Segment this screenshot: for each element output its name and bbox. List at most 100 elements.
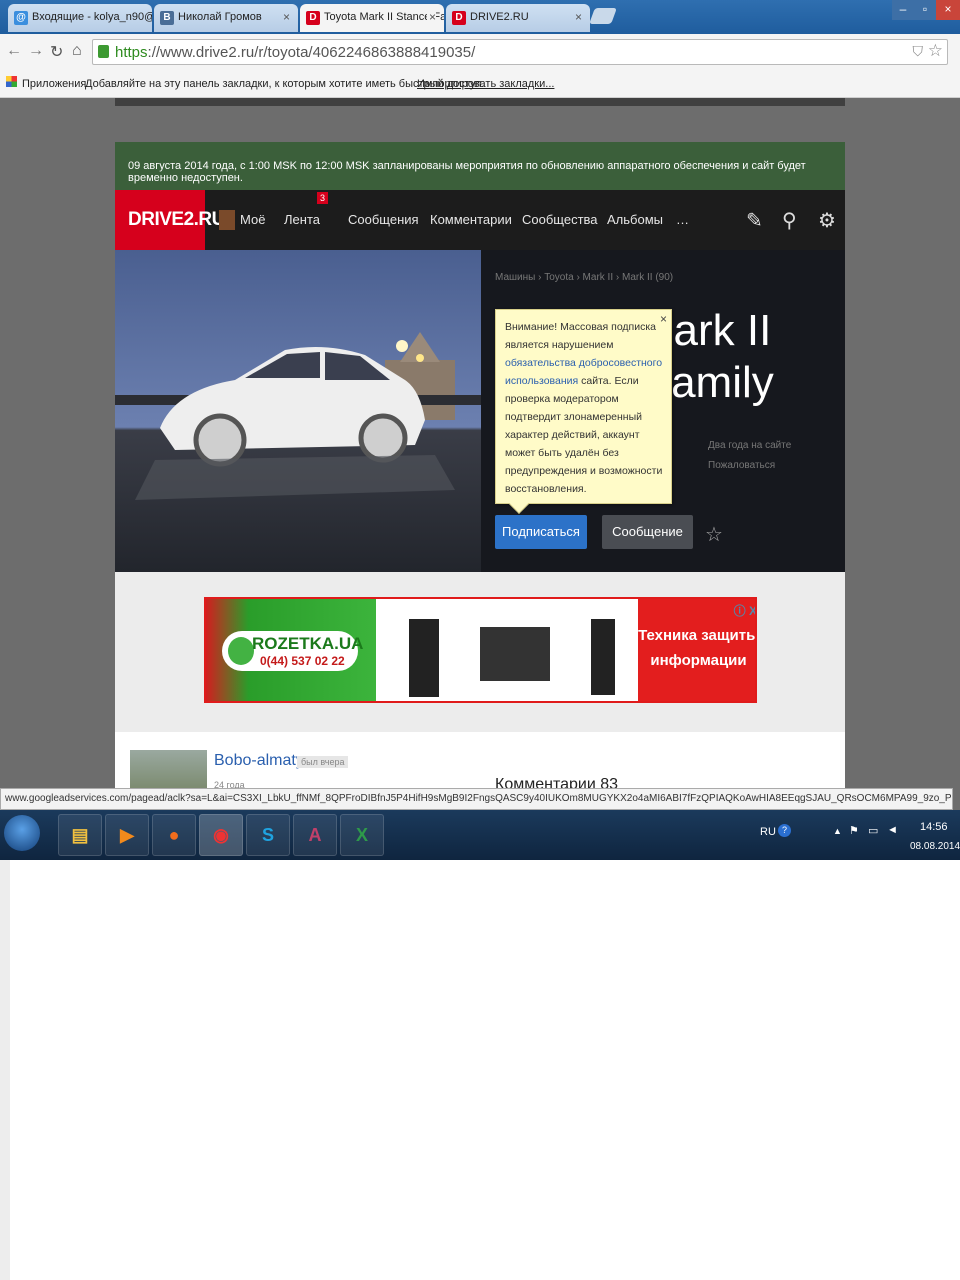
ad-phone: 0(44) 537 02 22	[260, 654, 345, 668]
subscribe-button[interactable]: Подписаться	[495, 515, 587, 549]
forward-icon[interactable]: →	[28, 42, 44, 60]
show-hidden-icons[interactable]: ▲	[833, 826, 842, 836]
url-scheme: https	[115, 44, 148, 61]
close-icon[interactable]: ×	[283, 10, 290, 24]
ad-choices-icon[interactable]: ⓘ X	[734, 599, 755, 624]
ad-slogan: Техника защиты информации ⓘ X	[638, 599, 757, 701]
screen: @ Входящие - kolya_n90@m В Николай Громо…	[0, 0, 960, 860]
clock-date[interactable]: 08.08.2014	[910, 841, 960, 852]
ad-brand: ROZETKA.UA	[252, 634, 364, 653]
window-edge	[0, 860, 10, 1280]
firefox-icon[interactable]: ●	[152, 814, 196, 856]
help-icon[interactable]: ?	[778, 824, 791, 837]
nav-communities[interactable]: Сообщества	[522, 212, 598, 227]
apps-icon[interactable]	[6, 76, 17, 87]
close-window-icon[interactable]: ×	[936, 0, 960, 20]
star-icon[interactable]: ☆	[928, 41, 943, 61]
nav-more[interactable]: …	[676, 212, 689, 227]
flag-icon[interactable]: ⚑	[849, 824, 859, 837]
ad-slogan-line: информации	[650, 652, 747, 669]
car-photo[interactable]	[115, 250, 481, 572]
minimize-icon[interactable]: –	[892, 0, 914, 20]
network-icon[interactable]: ▭	[868, 824, 878, 837]
drive2-icon: D	[452, 11, 466, 25]
excel-icon[interactable]: X	[340, 814, 384, 856]
access-icon[interactable]: A	[293, 814, 337, 856]
start-button[interactable]	[4, 815, 40, 851]
tab-label: Николай Громов	[178, 11, 262, 23]
tab-vk-profile[interactable]: В Николай Громов ×	[154, 4, 298, 32]
ad-slogan-line: Техника защиты	[638, 627, 757, 644]
nav-messages[interactable]: Сообщения	[348, 212, 419, 227]
search-icon[interactable]: ⚲	[782, 208, 797, 233]
volume-icon[interactable]: ◄	[887, 824, 898, 836]
meta-years: Два года на сайте	[708, 440, 792, 451]
tab-drive2[interactable]: D DRIVE2.RU ×	[446, 4, 590, 32]
star-icon[interactable]: ☆	[705, 522, 723, 547]
address-bar[interactable]: https://www.drive2.ru/r/toyota/406224686…	[92, 39, 948, 65]
comments-label: Комментарии	[495, 776, 596, 788]
apps-link[interactable]: Приложения	[22, 78, 86, 90]
clock-time[interactable]: 14:56	[920, 821, 948, 833]
tab-inbox[interactable]: @ Входящие - kolya_n90@m	[8, 4, 152, 32]
home-icon[interactable]: ⌂	[72, 42, 82, 60]
message-button[interactable]: Сообщение	[602, 515, 693, 549]
drive2-icon: D	[306, 11, 320, 25]
shield-icon[interactable]: ⛉	[913, 43, 924, 60]
username-link[interactable]: Bobo-almaty	[214, 752, 304, 770]
nav-comments[interactable]: Комментарии	[430, 212, 512, 227]
back-icon[interactable]: ←	[6, 42, 22, 60]
breadcrumb[interactable]: Машины › Toyota › Mark II › Mark II (90)	[495, 272, 673, 283]
warning-text: Внимание! Массовая подписка является нар…	[505, 321, 657, 351]
complain-link[interactable]: Пожаловаться	[708, 460, 775, 471]
media-player-icon[interactable]: ▶	[105, 814, 149, 856]
maximize-icon[interactable]: ▫	[914, 0, 936, 20]
tooltip-pointer	[509, 494, 529, 514]
close-icon[interactable]: ×	[575, 10, 582, 24]
mail-icon: @	[14, 11, 28, 25]
drive2-logo[interactable]: DRIVE2.RU	[115, 190, 225, 250]
device-image	[591, 619, 615, 695]
warning-text-end: сайта. Если проверка модератором подтвер…	[505, 375, 663, 495]
site-navigation: DRIVE2.RU Моё Лента 3 Сообщения Коммента…	[115, 190, 845, 250]
tab-label: Входящие - kolya_n90@m	[32, 11, 152, 23]
close-icon[interactable]: ×	[426, 10, 436, 24]
page-viewport: 09 августа 2014 года, с 1:00 MSK по 12:0…	[0, 98, 960, 788]
device-image	[480, 627, 550, 681]
rozetka-ad-banner[interactable]: ROZETKA.UA 0(44) 537 02 22 Техника защит…	[204, 597, 757, 703]
browser-title-bar: @ Входящие - kolya_n90@m В Николай Громо…	[0, 0, 960, 34]
bookmarks-bar: Приложения Добавляйте на эту панель закл…	[0, 70, 960, 98]
skype-icon[interactable]: S	[246, 814, 290, 856]
tab-toyota-mark-ii[interactable]: D Toyota Mark II Stance Fam ×	[300, 4, 444, 32]
ad-brand-panel: ROZETKA.UA 0(44) 537 02 22	[206, 599, 376, 701]
mass-subscribe-warning: × Внимание! Массовая подписка является н…	[495, 309, 672, 514]
browser-toolbar: ← → ↻ ⌂ https://www.drive2.ru/r/toyota/4…	[0, 34, 960, 70]
nav-mine[interactable]: Моё	[240, 212, 265, 227]
user-avatar[interactable]	[130, 750, 207, 788]
feed-badge: 3	[317, 192, 329, 204]
new-tab-button[interactable]	[589, 8, 617, 24]
avatar[interactable]	[219, 210, 235, 230]
vk-icon: В	[160, 11, 174, 25]
tab-label: DRIVE2.RU	[470, 11, 529, 23]
import-bookmarks-link[interactable]: Импортировать закладки...	[417, 78, 554, 90]
smile-icon	[228, 637, 254, 665]
drive2-page: 09 августа 2014 года, с 1:00 MSK по 12:0…	[115, 142, 845, 788]
language-indicator[interactable]: RU	[760, 826, 776, 838]
user-age: 24 года	[214, 780, 245, 788]
car-header: Машины › Toyota › Mark II › Mark II (90)…	[115, 250, 845, 572]
windows-taskbar: ▤ ▶ ● ◉ S A X RU ? ▲ ⚑ ▭ ◄ 14:56 08.08.2…	[0, 810, 960, 860]
nav-albums[interactable]: Альбомы	[607, 212, 663, 227]
last-seen-badge: был вчера	[297, 756, 349, 768]
comments-count: 83	[600, 776, 619, 788]
pencil-icon[interactable]: ✎	[746, 208, 763, 233]
top-image-strip	[115, 98, 845, 106]
maintenance-notice: 09 августа 2014 года, с 1:00 MSK по 12:0…	[115, 142, 845, 190]
chrome-icon[interactable]: ◉	[199, 814, 243, 856]
gear-icon[interactable]: ⚙	[818, 208, 836, 233]
close-icon[interactable]: ×	[660, 310, 667, 328]
reload-icon[interactable]: ↻	[50, 42, 63, 62]
lock-icon	[98, 45, 109, 58]
nav-feed[interactable]: Лента	[284, 212, 320, 227]
explorer-icon[interactable]: ▤	[58, 814, 102, 856]
